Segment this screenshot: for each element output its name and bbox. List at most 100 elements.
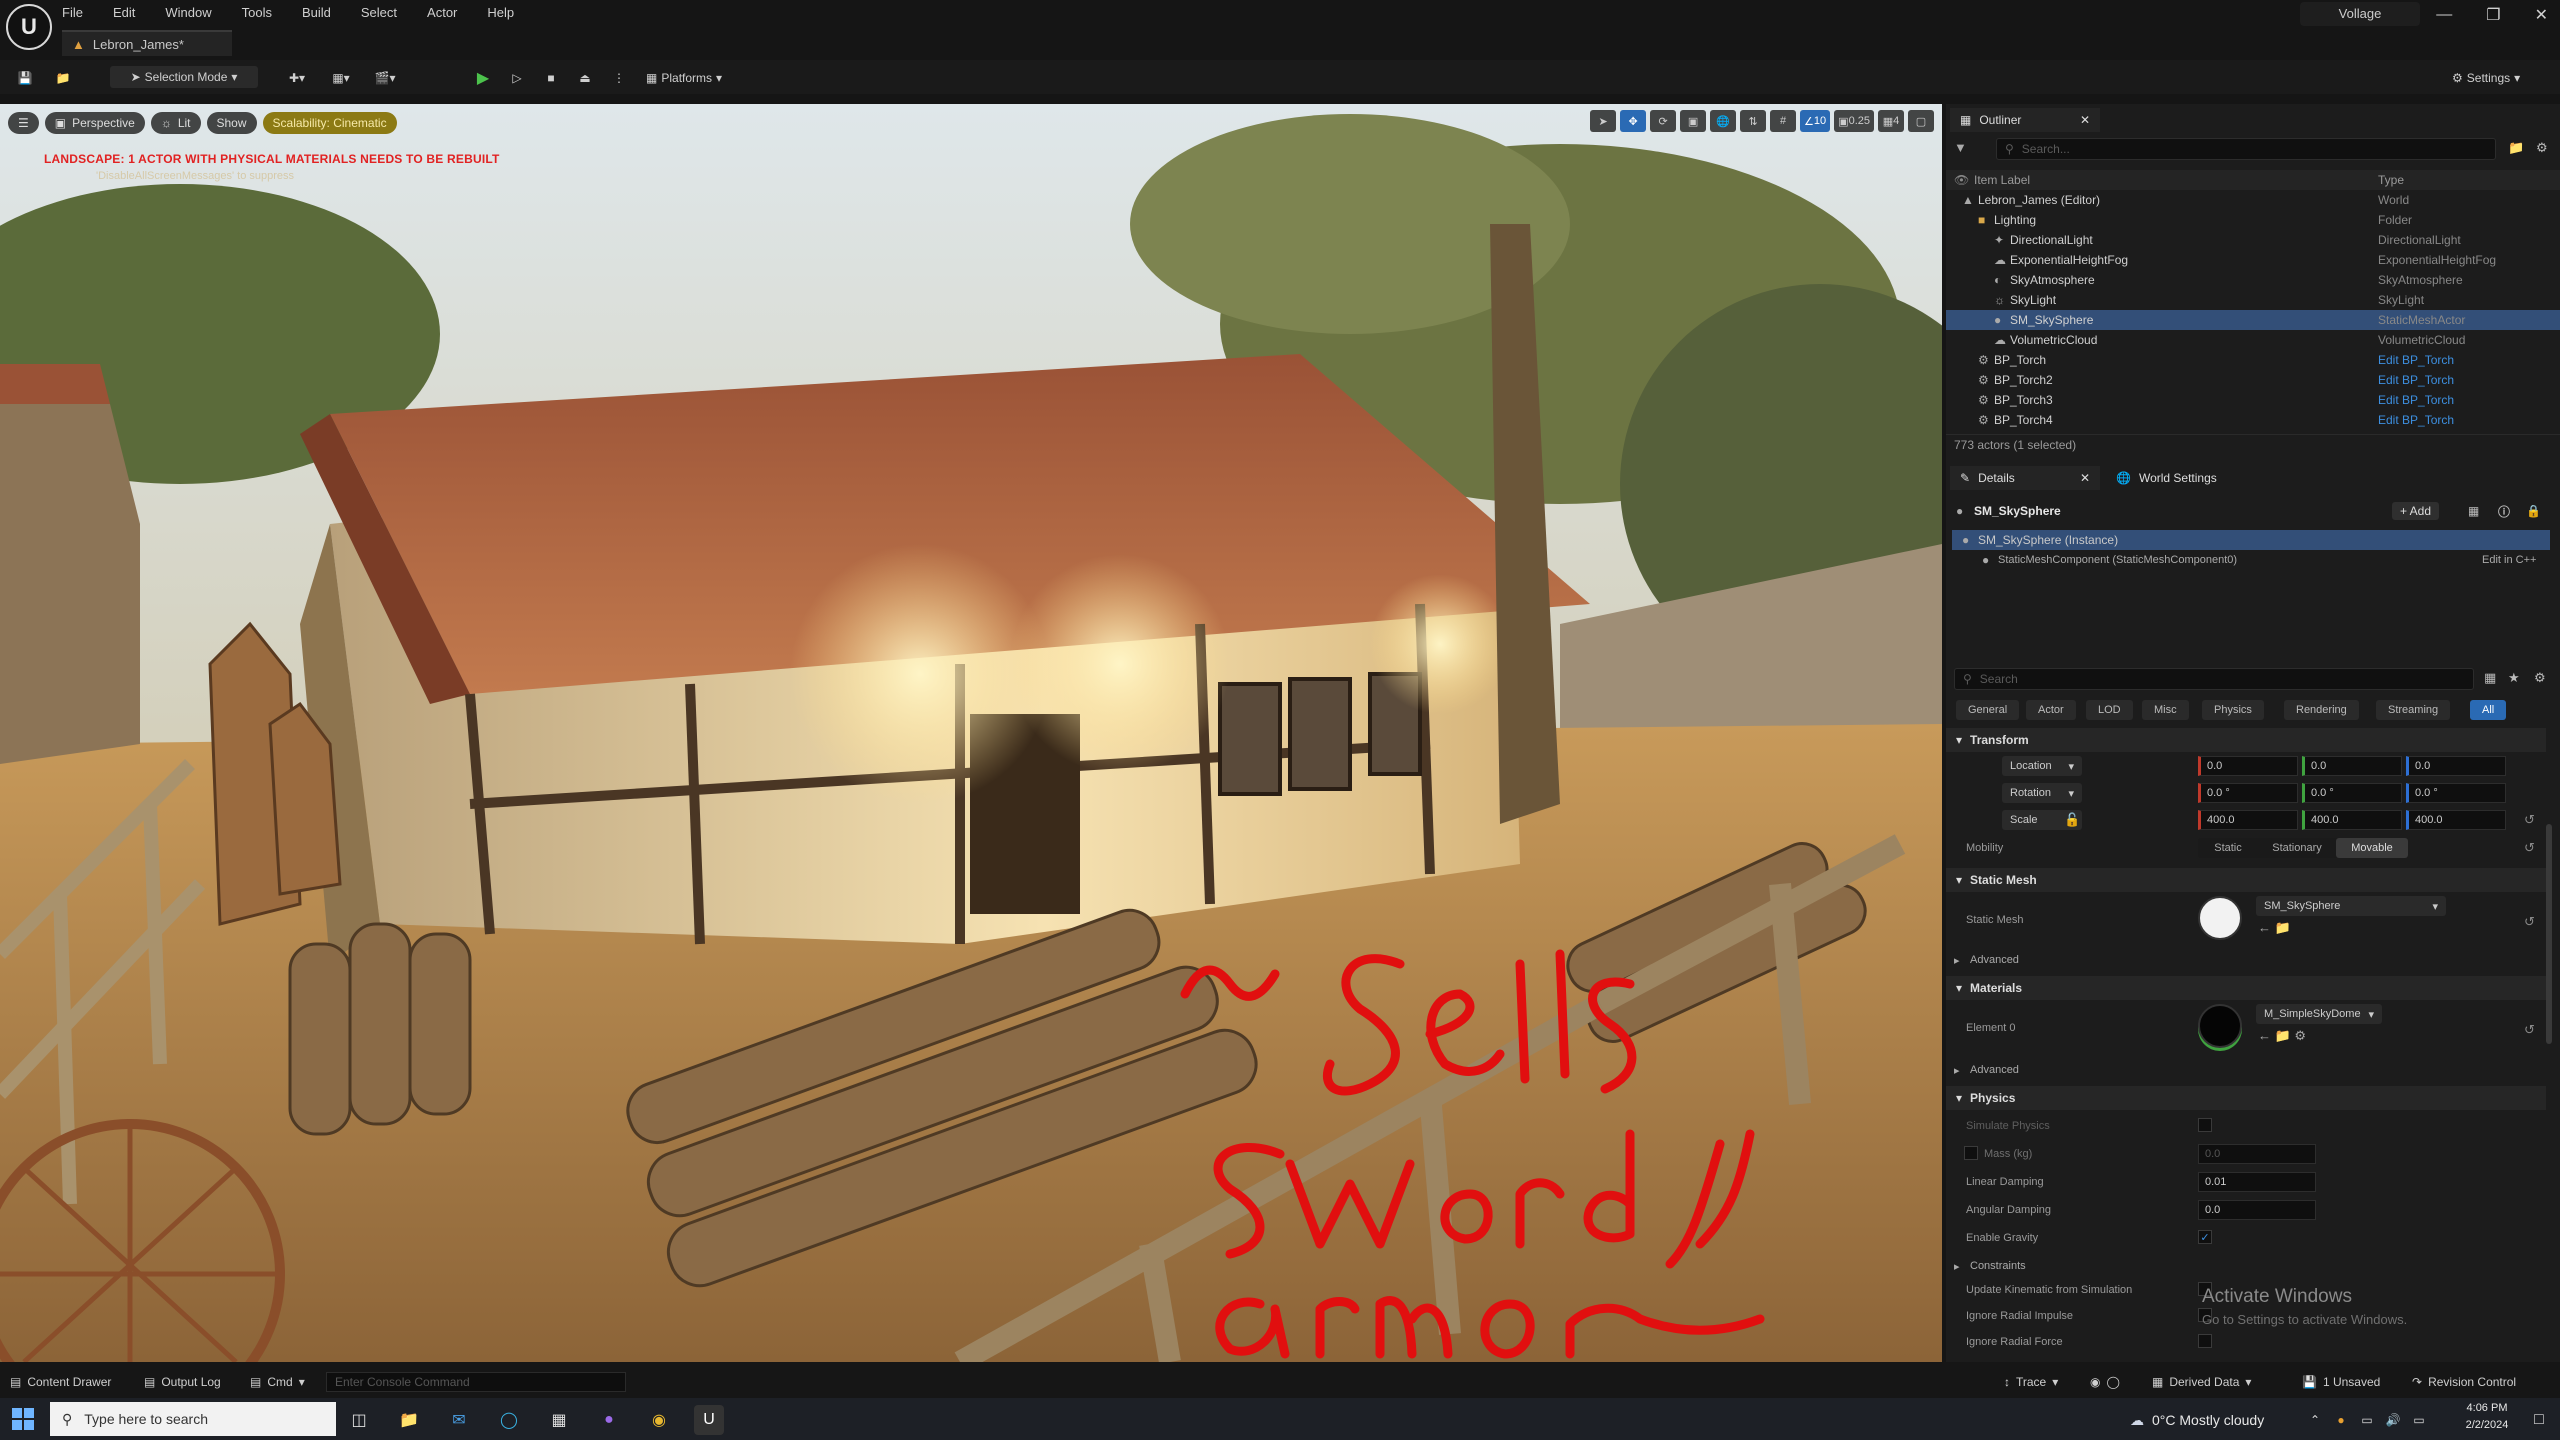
details-scrollbar[interactable]: [2546, 824, 2552, 1044]
location-z[interactable]: 0.0: [2406, 756, 2506, 776]
scale-z[interactable]: 400.0: [2406, 810, 2506, 830]
physics-section[interactable]: ▾ Physics: [1946, 1086, 2546, 1110]
menu-edit[interactable]: Edit: [113, 5, 135, 20]
broadcast-icon[interactable]: ◉: [2090, 1375, 2100, 1389]
level-tab[interactable]: ▲ Lebron_James*: [62, 30, 232, 56]
console-input[interactable]: Enter Console Command: [326, 1372, 626, 1392]
outliner-row[interactable]: ■ Lighting Folder: [1946, 210, 2560, 230]
minimize-icon[interactable]: —: [2436, 6, 2452, 24]
scale-x[interactable]: 400.0: [2198, 810, 2298, 830]
blueprint-convert-icon[interactable]: ▦: [2468, 504, 2479, 518]
scale-lock-icon[interactable]: 🔓: [2064, 812, 2080, 828]
material-picker[interactable]: M_SimpleSkyDome ▾: [2256, 1004, 2382, 1024]
outliner-search[interactable]: ⚲ Search...: [1996, 138, 2496, 160]
filter-actor[interactable]: Actor: [2026, 700, 2076, 720]
close-tab-icon[interactable]: ✕: [2080, 471, 2090, 485]
static-mesh-picker[interactable]: SM_SkySphere ▾: [2256, 896, 2446, 916]
outliner-row[interactable]: ◐ SkyAtmosphere SkyAtmosphere: [1946, 270, 2560, 290]
notifications-icon[interactable]: □: [2524, 1405, 2554, 1435]
step-icon[interactable]: ▷: [506, 67, 528, 89]
restore-icon[interactable]: ❐: [2486, 5, 2500, 25]
menu-file[interactable]: File: [62, 5, 83, 20]
outliner-row[interactable]: ☁ ExponentialHeightFog ExponentialHeightFo…: [1946, 250, 2560, 270]
mass-input[interactable]: 0.0: [2198, 1144, 2316, 1164]
rotation-y[interactable]: 0.0 °: [2302, 783, 2402, 803]
output-log-button[interactable]: ▤ Output Log: [144, 1372, 221, 1392]
menu-help[interactable]: Help: [487, 5, 514, 20]
outliner-row[interactable]: ● SM_SkySphere StaticMeshActor: [1946, 310, 2560, 330]
menu-actor[interactable]: Actor: [427, 5, 457, 20]
menu-window[interactable]: Window: [165, 5, 211, 20]
windows-start-icon[interactable]: [10, 1406, 36, 1432]
rotation-z[interactable]: 0.0 °: [2406, 783, 2506, 803]
ignore-radial-force-checkbox[interactable]: [2198, 1334, 2212, 1348]
details-settings-icon[interactable]: ⚙: [2534, 670, 2546, 686]
translate-tool-icon[interactable]: ✥: [1620, 110, 1647, 132]
view-options-icon[interactable]: ▦: [2484, 670, 2496, 686]
play-icon[interactable]: ▶: [472, 67, 494, 89]
edge-icon[interactable]: ◯: [494, 1405, 524, 1435]
constraints-row[interactable]: ▸ Constraints: [1946, 1256, 2560, 1276]
browse-asset-icon[interactable]: ← 📁: [2258, 920, 2291, 936]
discord-icon[interactable]: ●: [594, 1405, 624, 1435]
taskbar-clock[interactable]: 4:06 PM 2/2/2024: [2452, 1400, 2522, 1438]
location-y[interactable]: 0.0: [2302, 756, 2402, 776]
record-icon[interactable]: ◯: [2106, 1375, 2119, 1389]
edit-cpp-link[interactable]: Edit in C++: [2482, 554, 2536, 566]
actor-name[interactable]: SM_SkySphere: [1974, 504, 2061, 518]
rotation-dropdown[interactable]: Rotation ▾: [2002, 783, 2082, 803]
advanced-row[interactable]: ▸ Advanced: [1946, 950, 2560, 970]
filter-rendering[interactable]: Rendering: [2284, 700, 2359, 720]
taskbar-search[interactable]: ⚲ Type here to search: [50, 1402, 336, 1436]
outliner-row-type[interactable]: Edit BP_Torch: [2378, 373, 2454, 387]
settings-dropdown[interactable]: ⚙ Settings ▾: [2452, 66, 2520, 90]
camera-speed-button[interactable]: ▣ 0.25: [1834, 110, 1874, 132]
play-options-icon[interactable]: ⋮: [608, 67, 630, 89]
outliner-row[interactable]: ☼ SkyLight SkyLight: [1946, 290, 2560, 310]
material-thumbnail[interactable]: [2198, 1004, 2242, 1048]
content-drawer-button[interactable]: ▤ Content Drawer: [10, 1372, 111, 1392]
outliner-row[interactable]: ⚙ BP_Torch4 Edit BP_Torch: [1946, 410, 2560, 430]
add-component-button[interactable]: + Add: [2392, 502, 2440, 520]
reset-icon[interactable]: ↺: [2524, 840, 2535, 856]
filter-general[interactable]: General: [1956, 700, 2020, 720]
favorite-icon[interactable]: ★: [2508, 670, 2520, 686]
angular-damping-input[interactable]: 0.0: [2198, 1200, 2316, 1220]
transform-section[interactable]: ▾ Transform: [1946, 728, 2546, 752]
battery-icon[interactable]: ▭: [2404, 1405, 2434, 1435]
surface-snap-icon[interactable]: ⇅: [1740, 110, 1767, 132]
derived-data-dropdown[interactable]: ▦ Derived Data ▾: [2152, 1372, 2251, 1392]
static-mesh-thumbnail[interactable]: [2198, 896, 2242, 940]
component-instance-row[interactable]: ● SM_SkySphere (Instance): [1952, 530, 2550, 550]
perspective-button[interactable]: ▣ Perspective: [44, 112, 145, 134]
help-icon[interactable]: ⓘ: [2498, 503, 2510, 520]
details-tab[interactable]: ✎ Details ✕: [1950, 466, 2100, 490]
platforms-dropdown[interactable]: ▦ Platforms ▾: [638, 66, 730, 90]
reset-icon[interactable]: ↺: [2524, 914, 2535, 930]
reset-icon[interactable]: ↺: [2524, 1022, 2535, 1038]
component-row[interactable]: ● StaticMeshComponent (StaticMeshCompone…: [1946, 550, 2560, 570]
filter-lod[interactable]: LOD: [2086, 700, 2133, 720]
filter-streaming[interactable]: Streaming: [2376, 700, 2451, 720]
mail-icon[interactable]: ✉: [444, 1405, 474, 1435]
close-icon[interactable]: ✕: [2535, 5, 2548, 25]
mobility-static[interactable]: Static: [2198, 838, 2258, 858]
task-view-icon[interactable]: ◫: [344, 1405, 374, 1435]
menu-select[interactable]: Select: [361, 5, 397, 20]
simulate-physics-checkbox[interactable]: [2198, 1118, 2212, 1132]
chrome-icon[interactable]: ◉: [644, 1405, 674, 1435]
eject-icon[interactable]: ⏏: [574, 67, 596, 89]
outliner-row-type[interactable]: Edit BP_Torch: [2378, 393, 2454, 407]
filter-all[interactable]: All: [2470, 700, 2507, 720]
outliner-row[interactable]: ⚙ BP_Torch2 Edit BP_Torch: [1946, 370, 2560, 390]
reset-icon[interactable]: ↺: [2524, 812, 2535, 828]
enable-gravity-checkbox[interactable]: ✓: [2198, 1230, 2212, 1244]
unsaved-button[interactable]: 💾 1 Unsaved: [2302, 1372, 2380, 1392]
file-explorer-icon[interactable]: 📁: [394, 1405, 424, 1435]
outliner-row[interactable]: ▲ Lebron_James (Editor) World: [1946, 190, 2560, 210]
blueprint-icon[interactable]: ▦▾: [330, 67, 352, 89]
cinematics-icon[interactable]: 🎬▾: [374, 67, 396, 89]
world-settings-tab[interactable]: 🌐 World Settings: [2106, 466, 2266, 490]
trace-dropdown[interactable]: ↕ Trace ▾: [2004, 1372, 2058, 1392]
selection-mode-dropdown[interactable]: ➤ Selection Mode ▾: [110, 66, 258, 88]
